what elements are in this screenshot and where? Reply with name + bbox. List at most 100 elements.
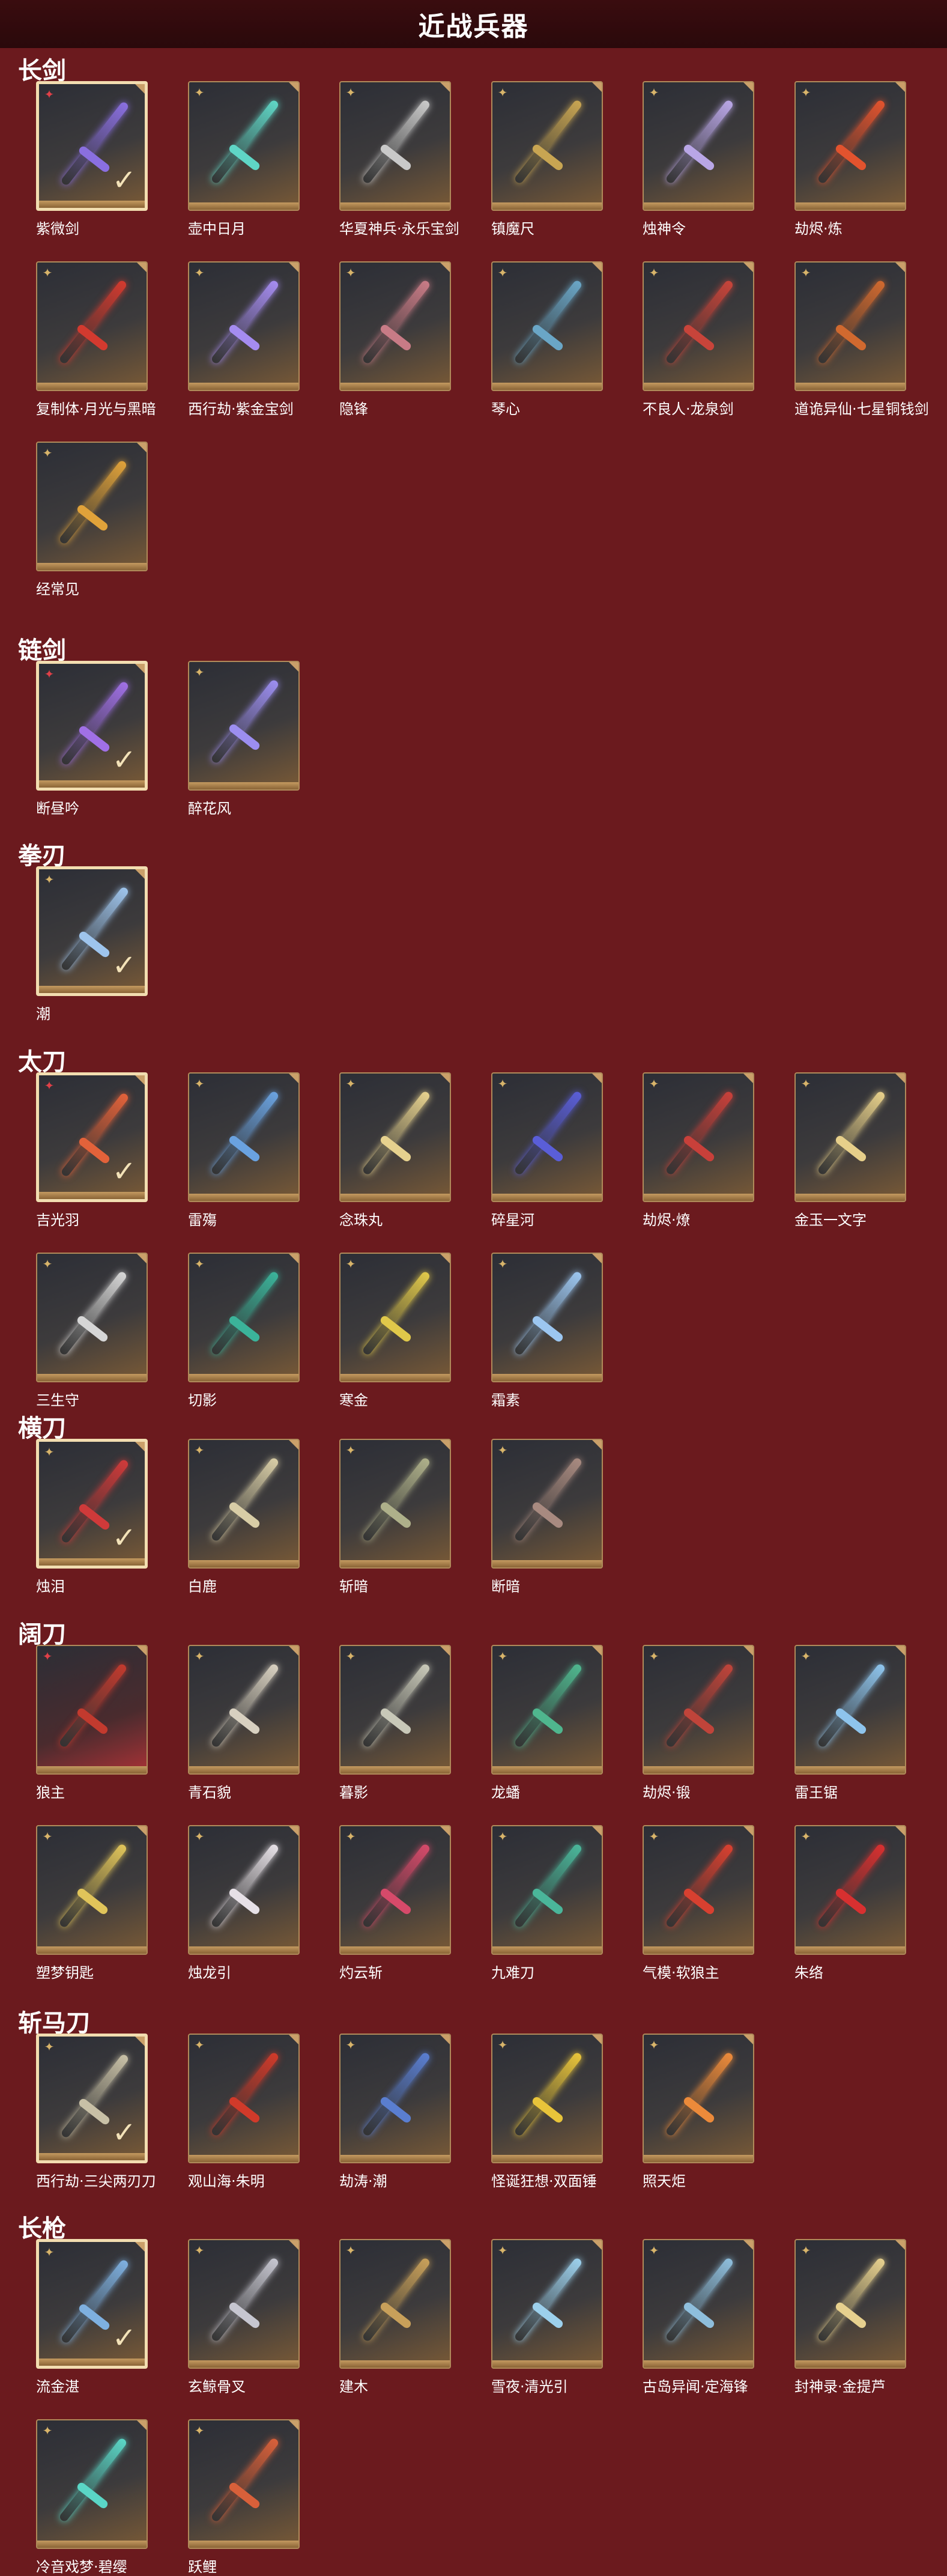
- weapon-thumbnail[interactable]: ✦: [36, 1645, 148, 1775]
- weapon-thumbnail[interactable]: ✦: [794, 261, 906, 391]
- weapon-card[interactable]: ✦ 照天炬: [643, 2034, 757, 2190]
- weapon-card[interactable]: ✦ 醉花风: [188, 661, 302, 817]
- weapon-thumbnail[interactable]: ✦: [491, 1072, 603, 1202]
- weapon-thumbnail[interactable]: ✦: [643, 1825, 754, 1955]
- weapon-card[interactable]: ✦ 雪夜·清光引: [491, 2239, 605, 2395]
- weapon-thumbnail[interactable]: ✦: [794, 1645, 906, 1775]
- weapon-thumbnail[interactable]: ✦: [491, 2034, 603, 2163]
- weapon-card[interactable]: ✦ 霜素: [491, 1253, 605, 1409]
- weapon-card[interactable]: ✦ 不良人·龙泉剑: [643, 261, 757, 418]
- weapon-thumbnail[interactable]: ✦ ✓: [36, 1439, 148, 1569]
- weapon-thumbnail[interactable]: ✦: [188, 661, 300, 791]
- weapon-card[interactable]: ✦ 寒金: [339, 1253, 453, 1409]
- weapon-thumbnail[interactable]: ✦: [339, 2239, 451, 2369]
- weapon-thumbnail[interactable]: ✦: [491, 2239, 603, 2369]
- weapon-thumbnail[interactable]: ✦ ✓: [36, 661, 148, 791]
- weapon-card[interactable]: ✦ 烛神令: [643, 81, 757, 237]
- weapon-thumbnail[interactable]: ✦: [188, 81, 300, 211]
- weapon-thumbnail[interactable]: ✦: [339, 1439, 451, 1569]
- weapon-card[interactable]: ✦ 烛龙引: [188, 1825, 302, 1981]
- weapon-thumbnail[interactable]: ✦: [188, 2034, 300, 2163]
- weapon-card[interactable]: ✦ ✓ 西行劫·三尖两刃刀: [36, 2034, 156, 2190]
- weapon-thumbnail[interactable]: ✦: [643, 1072, 754, 1202]
- weapon-card[interactable]: ✦ ✓ 紫微剑: [36, 81, 150, 237]
- weapon-card[interactable]: ✦ ✓ 断昼吟: [36, 661, 150, 817]
- weapon-thumbnail[interactable]: ✦: [339, 81, 451, 211]
- weapon-card[interactable]: ✦ 复制体·月光与黑暗: [36, 261, 156, 418]
- weapon-card[interactable]: ✦ 劫烬·锻: [643, 1645, 757, 1801]
- weapon-card[interactable]: ✦ 暮影: [339, 1645, 453, 1801]
- weapon-card[interactable]: ✦ 龙蟠: [491, 1645, 605, 1801]
- weapon-card[interactable]: ✦ 劫涛·潮: [339, 2034, 453, 2190]
- weapon-thumbnail[interactable]: ✦ ✓: [36, 2239, 148, 2369]
- weapon-card[interactable]: ✦ 劫烬·炼: [794, 81, 909, 237]
- weapon-thumbnail[interactable]: ✦: [188, 1439, 300, 1569]
- weapon-card[interactable]: ✦ 斩暗: [339, 1439, 453, 1595]
- weapon-card[interactable]: ✦ 古岛异闻·定海锋: [643, 2239, 757, 2395]
- weapon-card[interactable]: ✦ 雷王锯: [794, 1645, 909, 1801]
- weapon-thumbnail[interactable]: ✦ ✓: [36, 2034, 148, 2163]
- weapon-card[interactable]: ✦ 灼云斩: [339, 1825, 453, 1981]
- weapon-thumbnail[interactable]: ✦: [188, 1253, 300, 1382]
- weapon-thumbnail[interactable]: ✦: [339, 1253, 451, 1382]
- weapon-thumbnail[interactable]: ✦: [491, 81, 603, 211]
- weapon-card[interactable]: ✦ 跃鲤: [188, 2419, 302, 2575]
- weapon-card[interactable]: ✦ 朱络: [794, 1825, 909, 1981]
- weapon-thumbnail[interactable]: ✦: [36, 1825, 148, 1955]
- weapon-thumbnail[interactable]: ✦: [794, 1072, 906, 1202]
- weapon-thumbnail[interactable]: ✦: [188, 2239, 300, 2369]
- weapon-card[interactable]: ✦ 切影: [188, 1253, 302, 1409]
- weapon-card[interactable]: ✦ ✓ 流金湛: [36, 2239, 150, 2395]
- weapon-card[interactable]: ✦ ✓ 潮: [36, 866, 150, 1022]
- weapon-thumbnail[interactable]: ✦: [794, 2239, 906, 2369]
- weapon-thumbnail[interactable]: ✦: [188, 1645, 300, 1775]
- weapon-thumbnail[interactable]: ✦: [643, 261, 754, 391]
- weapon-thumbnail[interactable]: ✦: [491, 1253, 603, 1382]
- weapon-card[interactable]: ✦ 道诡异仙·七星铜钱剑: [794, 261, 929, 418]
- weapon-thumbnail[interactable]: ✦: [339, 261, 451, 391]
- weapon-card[interactable]: ✦ 怪诞狂想·双面锤: [491, 2034, 605, 2190]
- weapon-card[interactable]: ✦ 白鹿: [188, 1439, 302, 1595]
- weapon-card[interactable]: ✦ 三生守: [36, 1253, 150, 1409]
- weapon-card[interactable]: ✦ 碎星河: [491, 1072, 605, 1229]
- weapon-card[interactable]: ✦ ✓ 烛泪: [36, 1439, 150, 1595]
- weapon-thumbnail[interactable]: ✦: [36, 261, 148, 391]
- weapon-thumbnail[interactable]: ✦: [794, 81, 906, 211]
- weapon-thumbnail[interactable]: ✦: [36, 1253, 148, 1382]
- weapon-thumbnail[interactable]: ✦: [339, 1072, 451, 1202]
- weapon-card[interactable]: ✦ 封神录·金提芦: [794, 2239, 909, 2395]
- weapon-card[interactable]: ✦ 壶中日月: [188, 81, 302, 237]
- weapon-thumbnail[interactable]: ✦: [643, 2034, 754, 2163]
- weapon-thumbnail[interactable]: ✦: [188, 261, 300, 391]
- weapon-thumbnail[interactable]: ✦: [188, 1072, 300, 1202]
- weapon-thumbnail[interactable]: ✦ ✓: [36, 1072, 148, 1202]
- weapon-card[interactable]: ✦ 气模·软狼主: [643, 1825, 757, 1981]
- weapon-card[interactable]: ✦ 雷殤: [188, 1072, 302, 1229]
- weapon-thumbnail[interactable]: ✦: [36, 2419, 148, 2549]
- weapon-thumbnail[interactable]: ✦: [643, 1645, 754, 1775]
- weapon-thumbnail[interactable]: ✦: [491, 1439, 603, 1569]
- weapon-card[interactable]: ✦ 建木: [339, 2239, 453, 2395]
- weapon-card[interactable]: ✦ 隐锋: [339, 261, 453, 418]
- weapon-card[interactable]: ✦ 西行劫·紫金宝剑: [188, 261, 302, 418]
- weapon-card[interactable]: ✦ 冷音戏梦·碧缨: [36, 2419, 150, 2575]
- weapon-card[interactable]: ✦ 青石貌: [188, 1645, 302, 1801]
- weapon-thumbnail[interactable]: ✦: [643, 81, 754, 211]
- weapon-thumbnail[interactable]: ✦: [794, 1825, 906, 1955]
- weapon-thumbnail[interactable]: ✦: [36, 442, 148, 571]
- weapon-card[interactable]: ✦ 金玉一文字: [794, 1072, 909, 1229]
- weapon-thumbnail[interactable]: ✦ ✓: [36, 866, 148, 996]
- weapon-thumbnail[interactable]: ✦: [188, 1825, 300, 1955]
- weapon-thumbnail[interactable]: ✦ ✓: [36, 81, 148, 211]
- weapon-card[interactable]: ✦ 劫烬·燎: [643, 1072, 757, 1229]
- weapon-thumbnail[interactable]: ✦: [491, 1645, 603, 1775]
- weapon-card[interactable]: ✦ ✓ 吉光羽: [36, 1072, 150, 1229]
- weapon-card[interactable]: ✦ 经常见: [36, 442, 150, 598]
- weapon-thumbnail[interactable]: ✦: [339, 1645, 451, 1775]
- weapon-card[interactable]: ✦ 念珠丸: [339, 1072, 453, 1229]
- weapon-card[interactable]: ✦ 观山海·朱明: [188, 2034, 302, 2190]
- weapon-card[interactable]: ✦ 狼主: [36, 1645, 150, 1801]
- weapon-card[interactable]: ✦ 琴心: [491, 261, 605, 418]
- weapon-card[interactable]: ✦ 镇魔尺: [491, 81, 605, 237]
- weapon-thumbnail[interactable]: ✦: [491, 1825, 603, 1955]
